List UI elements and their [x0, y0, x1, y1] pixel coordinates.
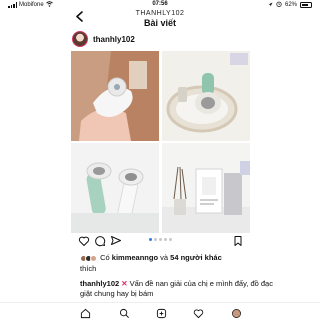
post-actions — [0, 234, 320, 248]
status-bar: Mobifone 07:56 62% — [0, 0, 320, 10]
profile-avatar-icon — [232, 309, 241, 318]
likes-summary[interactable]: Có kimmeanngo và 54 người khác thích — [80, 252, 280, 274]
location-icon — [268, 2, 273, 9]
post-image-collage[interactable] — [71, 51, 250, 233]
bottom-navigation — [0, 302, 320, 320]
nav-profile[interactable] — [231, 306, 242, 318]
carousel-dot — [158, 238, 162, 241]
send-icon — [111, 236, 121, 245]
nav-home[interactable] — [80, 306, 91, 319]
comment-icon — [95, 236, 106, 247]
battery-icon — [300, 2, 312, 8]
search-icon — [119, 308, 129, 318]
carousel-dot — [168, 238, 172, 241]
carousel-dot — [163, 238, 167, 241]
liker-name[interactable]: kimmeanngo — [112, 253, 158, 262]
carousel-indicator — [0, 238, 320, 241]
heart-icon — [78, 236, 90, 246]
carousel-dot — [153, 238, 157, 241]
bookmark-icon — [234, 236, 242, 246]
nav-activity[interactable] — [193, 306, 204, 319]
battery-percent: 62% — [284, 2, 297, 8]
page-title: Bài viết — [143, 18, 176, 28]
liker-avatars — [80, 254, 97, 262]
likes-prefix: Có — [100, 253, 110, 262]
carousel-dot — [148, 238, 152, 241]
avatar[interactable] — [72, 31, 88, 47]
alarm-icon — [276, 1, 282, 9]
photo-two-lint-removers — [71, 143, 159, 233]
caption-author[interactable]: thanhly102 — [80, 279, 119, 288]
nav-new-post[interactable] — [156, 306, 167, 319]
post-author-name[interactable]: thanhly102 — [93, 35, 135, 44]
post-author-row: thanhly102 — [0, 30, 320, 50]
photo-product-box-and-diffuser — [162, 143, 250, 233]
likes-others[interactable]: 54 người khác — [170, 253, 222, 262]
likes-middle: và — [160, 253, 169, 262]
likes-suffix: thích — [80, 264, 97, 273]
photo-green-lint-remover-on-tray — [162, 51, 250, 141]
header-username: THANHLY102 — [135, 10, 185, 17]
heart-icon — [193, 309, 204, 319]
add-post-icon — [156, 308, 167, 319]
nav-search[interactable] — [119, 306, 130, 318]
photo-hand-holding-lint-remover — [71, 51, 159, 141]
cross-mark-emoji-icon: ✕ — [121, 279, 128, 288]
post-header: THANHLY102 Bài viết — [0, 10, 320, 30]
home-icon — [80, 308, 91, 319]
post-caption: thanhly102 ✕ Vấn đề nan giải của chị e m… — [80, 279, 280, 299]
